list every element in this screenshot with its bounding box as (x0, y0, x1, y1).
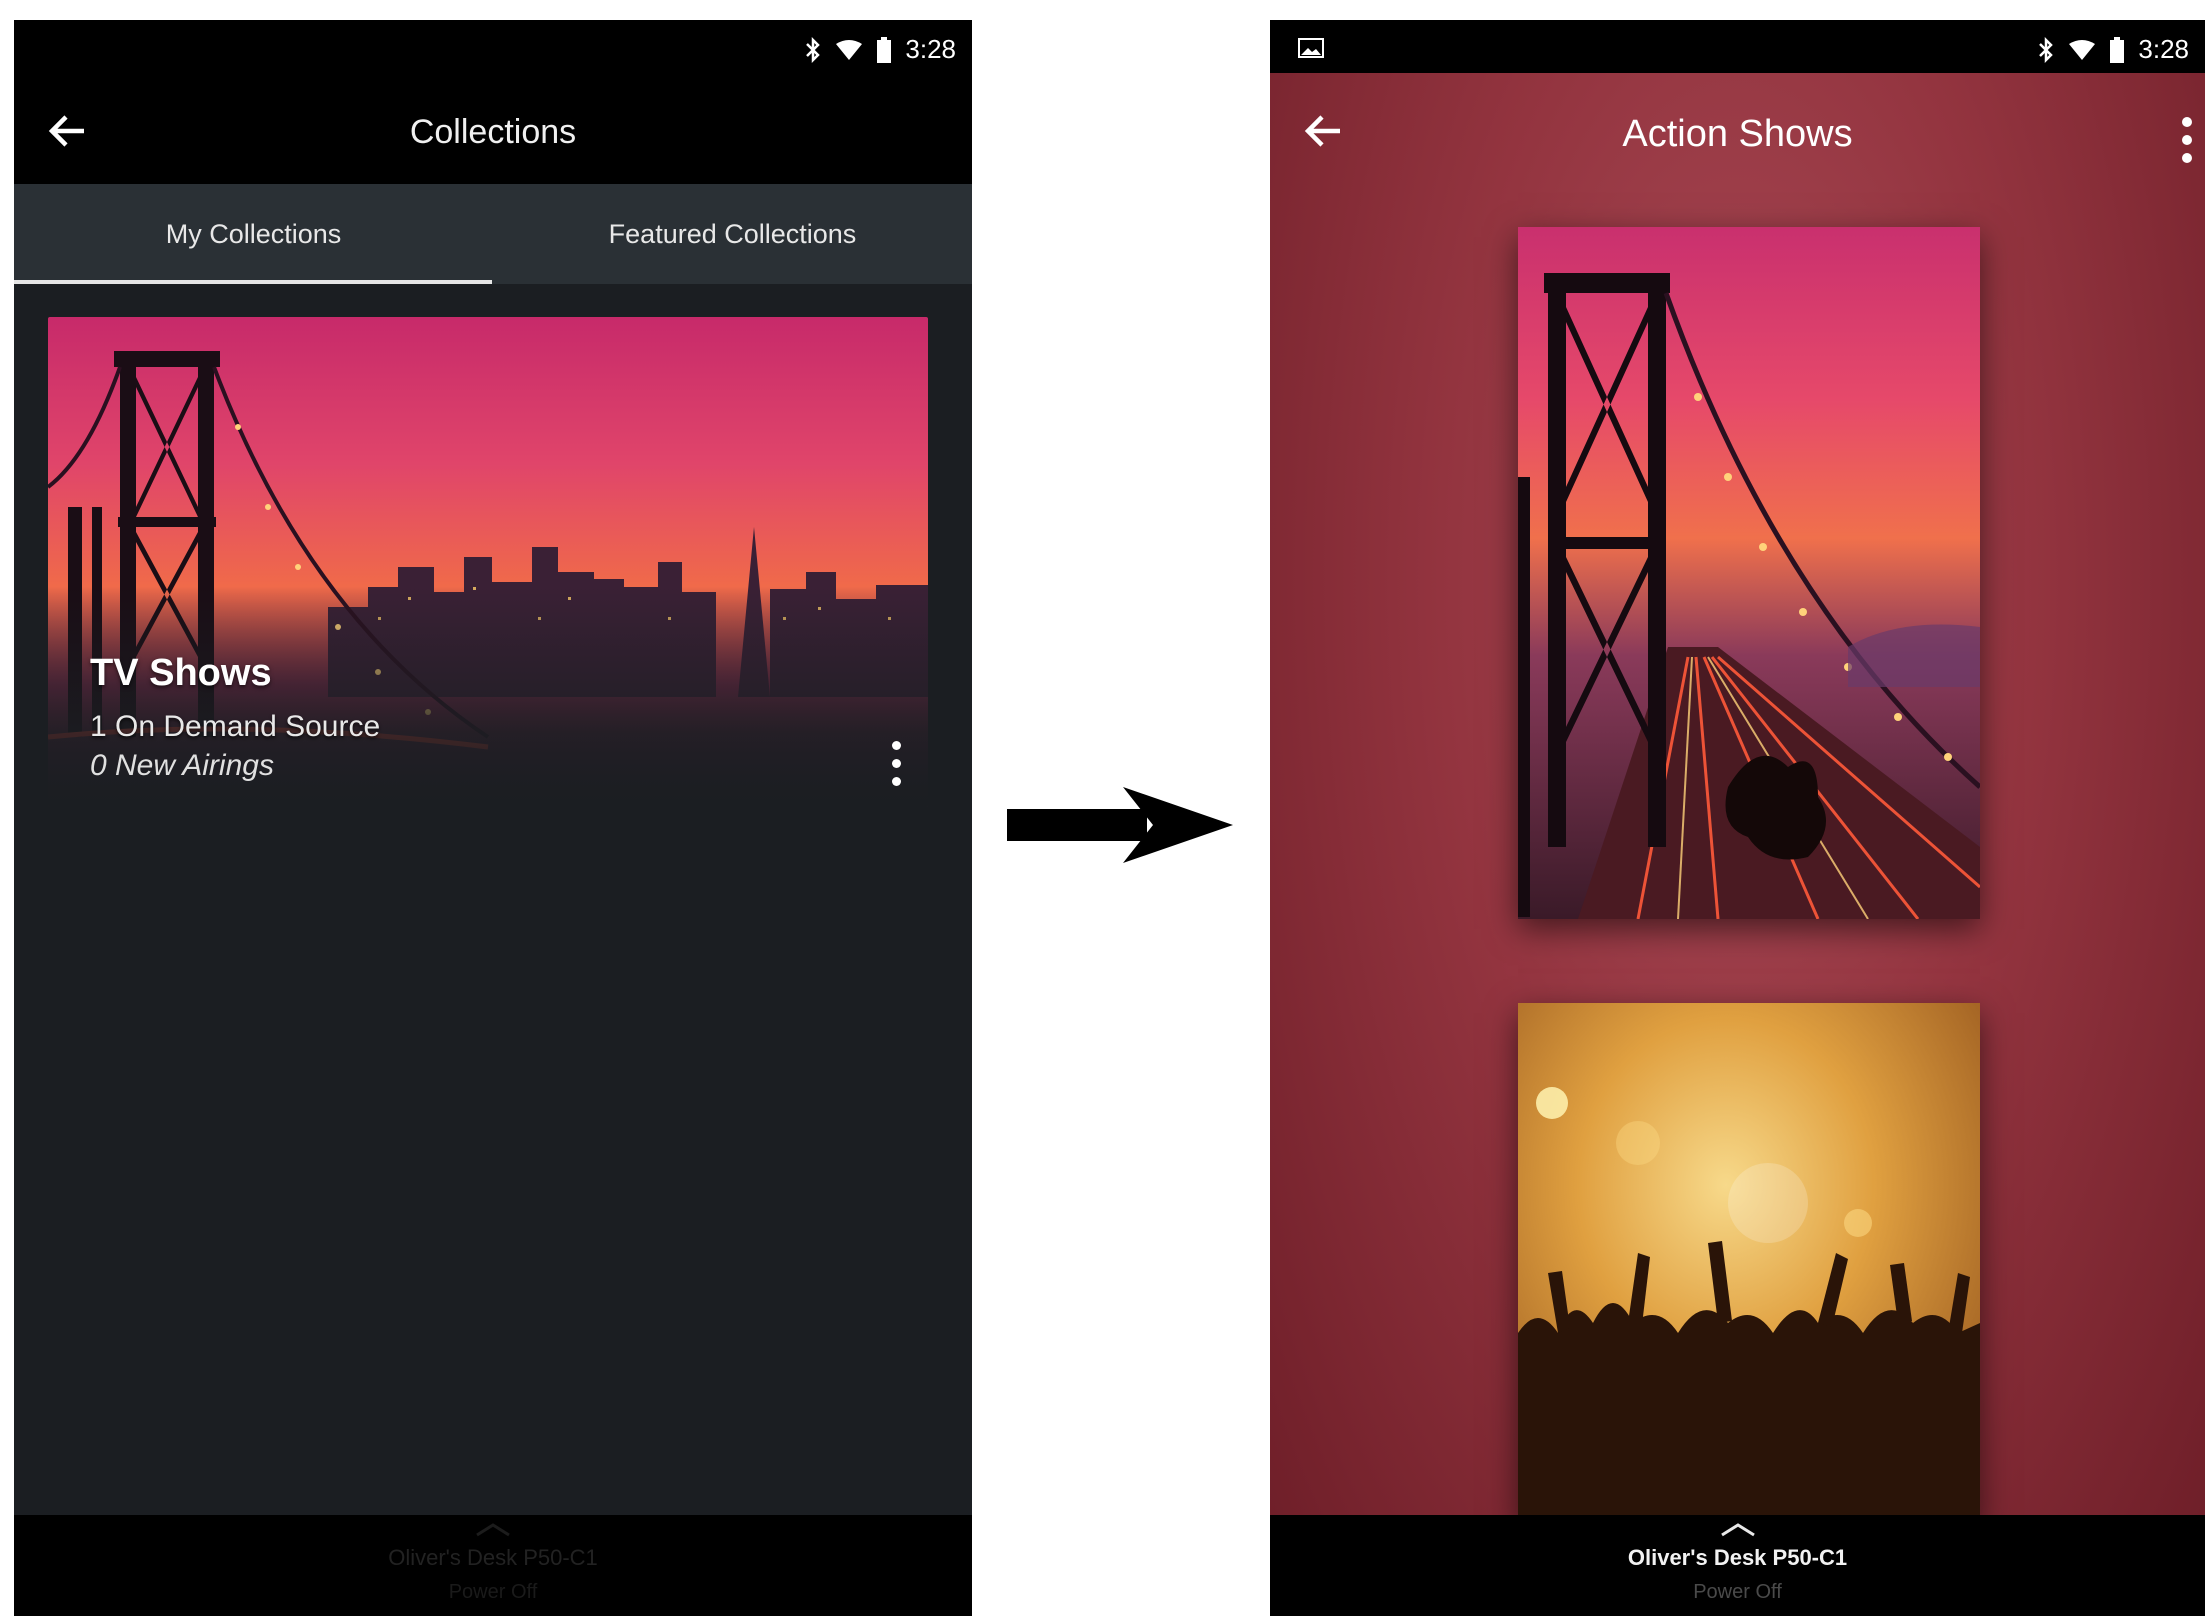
tab-my-collections[interactable]: My Collections (14, 184, 493, 284)
battery-icon (877, 36, 892, 63)
device-bar[interactable]: Oliver's Desk P50-C1 Power Off (1270, 1515, 2205, 1616)
chevron-up-icon[interactable] (1718, 1521, 1758, 1539)
device-bar[interactable]: Oliver's Desk P50-C1 Power Off (14, 1515, 972, 1616)
more-vert-icon[interactable] (884, 737, 908, 793)
collection-card-tv-shows[interactable]: TV Shows 1 On Demand Source 0 New Airing… (48, 317, 928, 807)
collection-airings: 0 New Airings (90, 749, 274, 782)
status-bar: 3:28 (1270, 20, 2205, 73)
battery-icon (2110, 36, 2125, 63)
collections-screen: 3:28 Collections My Collections Featured… (14, 20, 972, 1616)
device-status: Power Off (1693, 1581, 1782, 1603)
device-status: Power Off (448, 1581, 538, 1603)
more-vert-icon[interactable] (2173, 113, 2201, 167)
poster-concert[interactable] (1518, 1003, 1980, 1523)
chevron-up-icon[interactable] (473, 1521, 513, 1539)
app-bar: Action Shows (1270, 73, 2205, 183)
tab-bar: My Collections Featured Collections (14, 184, 972, 284)
concert-poster-image (1518, 1003, 1980, 1523)
device-name: Oliver's Desk P50-C1 (388, 1545, 598, 1570)
collection-detail-screen: 3:28 Action Shows Oliver's Desk P50-C1 P… (1270, 20, 2205, 1616)
status-time: 3:28 (905, 34, 956, 64)
page-title: Collections (409, 113, 577, 151)
device-name: Oliver's Desk P50-C1 (1627, 1545, 1848, 1570)
page-title: Action Shows (1622, 113, 1853, 155)
collection-title: TV Shows (90, 652, 272, 694)
status-bar: 3:28 (14, 20, 972, 73)
bluetooth-icon (2039, 36, 2054, 63)
wifi-icon (2069, 39, 2096, 60)
status-time: 3:28 (2138, 34, 2189, 64)
bluetooth-icon (806, 36, 821, 63)
tab-indicator (14, 280, 492, 284)
poster-bridge-sunset[interactable] (1518, 227, 1980, 919)
flow-arrow-icon (1007, 787, 1233, 863)
gallery-icon (1298, 38, 1324, 58)
wifi-icon (836, 39, 863, 60)
collection-sources: 1 On Demand Source (90, 710, 381, 743)
bridge-poster-image (1518, 227, 1980, 919)
tab-featured-collections[interactable]: Featured Collections (493, 184, 972, 284)
